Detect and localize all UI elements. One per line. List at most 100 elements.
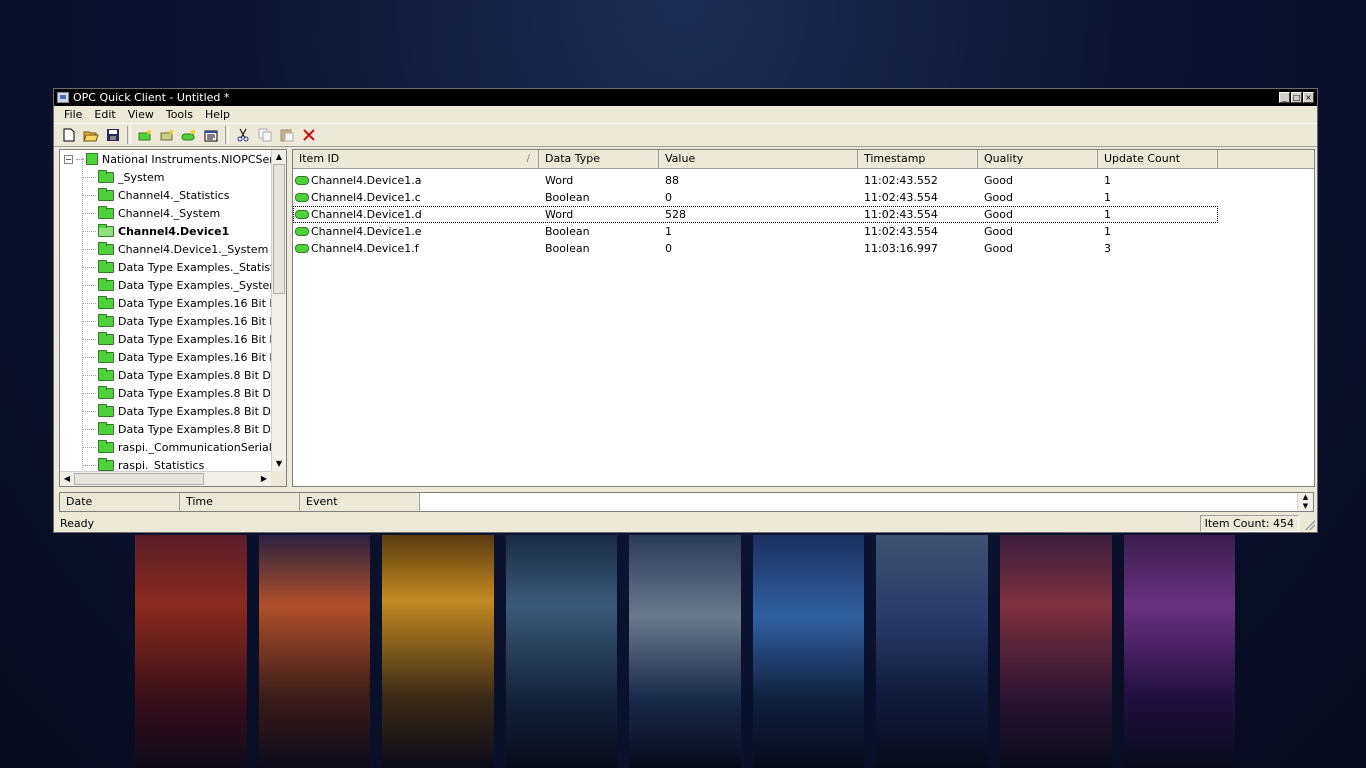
- tree-item[interactable]: Data Type Examples.16 Bit De: [82, 330, 271, 348]
- title-bar[interactable]: OPC Quick Client - Untitled * _ □ ×: [54, 89, 1317, 106]
- cell-quality: Good: [984, 225, 1013, 238]
- tree-horizontal-scrollbar[interactable]: ◀ ▶: [60, 471, 271, 486]
- folder-icon: [98, 169, 114, 183]
- cut-icon[interactable]: [232, 125, 254, 145]
- tree-item[interactable]: Data Type Examples.8 Bit Dev: [82, 366, 271, 384]
- event-column-time[interactable]: Time: [180, 493, 300, 511]
- tree-item[interactable]: Data Type Examples.16 Bit De: [82, 312, 271, 330]
- table-row[interactable]: Channel4.Device1.f Boolean 0 11:03:16.997 Go…: [293, 240, 1218, 257]
- column-header-value[interactable]: Value: [659, 150, 858, 168]
- column-header-item-id[interactable]: Item ID /: [293, 150, 539, 168]
- menu-edit[interactable]: Edit: [88, 108, 121, 121]
- new-file-icon[interactable]: [58, 125, 80, 145]
- maximize-button[interactable]: □: [1291, 92, 1302, 103]
- tree-root-label: National Instruments.NIOPCServ: [102, 152, 271, 166]
- tree-item[interactable]: Data Type Examples.8 Bit Dev: [82, 384, 271, 402]
- scroll-right-icon[interactable]: ▶: [257, 472, 271, 486]
- table-row[interactable]: Channel4.Device1.a Word 88 11:02:43.552 Good…: [293, 172, 1218, 189]
- tree-item-label: raspi._CommunicationSerializ: [118, 440, 271, 454]
- tree-item[interactable]: Channel4.Device1._System: [82, 240, 268, 258]
- column-header-data-type[interactable]: Data Type: [539, 150, 659, 168]
- tree-item[interactable]: Data Type Examples.16 Bit De: [82, 294, 271, 312]
- cell-id: Channel4.Device1.d: [311, 208, 422, 221]
- menu-view[interactable]: View: [122, 108, 160, 121]
- collapse-icon[interactable]: −: [64, 154, 73, 164]
- tree-item[interactable]: Channel4.Device1: [82, 222, 229, 240]
- scroll-left-icon[interactable]: ◀: [60, 472, 74, 486]
- scroll-thumb-horizontal[interactable]: [74, 473, 204, 485]
- tag-icon: [295, 244, 309, 253]
- close-button[interactable]: ×: [1303, 92, 1314, 103]
- copy-icon[interactable]: [254, 125, 276, 145]
- new-server-icon[interactable]: [134, 125, 156, 145]
- cell-quality: Good: [984, 191, 1013, 204]
- tree-item[interactable]: Data Type Examples._Statistic: [82, 258, 271, 276]
- table-row[interactable]: Channel4.Device1.c Boolean 0 11:02:43.554 Go…: [293, 189, 1218, 206]
- column-header-quality[interactable]: Quality: [978, 150, 1098, 168]
- cell-value: 528: [665, 208, 686, 221]
- tree-item[interactable]: Channel4._Statistics: [82, 186, 229, 204]
- folder-icon: [98, 205, 114, 219]
- folder-icon: [98, 403, 114, 417]
- tree-item-label: Data Type Examples._System: [118, 278, 271, 292]
- item-list[interactable]: Item ID / Data Type Value Timestamp Qual…: [292, 149, 1315, 487]
- folder-icon: [98, 187, 114, 201]
- minimize-button[interactable]: _: [1279, 92, 1290, 103]
- menu-file[interactable]: File: [58, 108, 88, 121]
- tree-vertical-scrollbar[interactable]: ▲ ▼: [271, 150, 286, 471]
- event-column-event[interactable]: Event: [300, 493, 420, 511]
- list-header: Item ID / Data Type Value Timestamp Qual…: [293, 150, 1314, 169]
- tag-icon: [295, 227, 309, 236]
- folder-icon: [98, 241, 114, 255]
- tree-item[interactable]: Data Type Examples._System: [82, 276, 271, 294]
- folder-icon: [98, 313, 114, 327]
- folder-icon: [98, 331, 114, 345]
- cell-type: Word: [545, 174, 574, 187]
- tree-item[interactable]: Channel4._System: [82, 204, 220, 222]
- menu-help[interactable]: Help: [199, 108, 236, 121]
- menu-tools[interactable]: Tools: [160, 108, 199, 121]
- column-header-update-count[interactable]: Update Count: [1098, 150, 1218, 168]
- tree-item[interactable]: Data Type Examples.8 Bit Dev: [82, 402, 271, 420]
- event-log-scrollbar[interactable]: ▲ ▼: [1297, 493, 1313, 511]
- folder-icon: [98, 349, 114, 363]
- cell-value: 0: [665, 242, 672, 255]
- tree-item-label: Data Type Examples.8 Bit Dev: [118, 386, 271, 400]
- tree-root[interactable]: − National Instruments.NIOPCServ: [64, 150, 271, 168]
- window-title: OPC Quick Client - Untitled *: [73, 91, 230, 104]
- cell-count: 1: [1104, 225, 1111, 238]
- tree-item[interactable]: Data Type Examples.8 Bit Dev: [82, 420, 271, 438]
- cell-timestamp: 11:02:43.552: [864, 174, 938, 187]
- folder-icon: [98, 277, 114, 291]
- cell-timestamp: 11:03:16.997: [864, 242, 938, 255]
- resize-grip-icon[interactable]: [1305, 520, 1315, 530]
- cell-count: 1: [1104, 208, 1111, 221]
- tree-item[interactable]: _System: [82, 168, 165, 186]
- status-text: Ready: [60, 516, 95, 530]
- table-row[interactable]: Channel4.Device1.d Word 528 11:02:43.554 Goo…: [293, 206, 1218, 223]
- new-item-icon[interactable]: [178, 125, 200, 145]
- scroll-thumb[interactable]: [273, 164, 285, 294]
- open-folder-icon[interactable]: [80, 125, 102, 145]
- delete-icon[interactable]: [298, 125, 320, 145]
- new-group-icon[interactable]: [156, 125, 178, 145]
- folder-icon: [98, 367, 114, 381]
- scroll-down-icon[interactable]: ▼: [272, 457, 286, 471]
- tree-item[interactable]: Data Type Examples.16 Bit De: [82, 348, 271, 366]
- save-icon[interactable]: [102, 125, 124, 145]
- event-log[interactable]: Date Time Event ▲ ▼: [59, 492, 1314, 512]
- event-column-date[interactable]: Date: [60, 493, 180, 511]
- properties-icon[interactable]: [200, 125, 222, 145]
- column-header-timestamp[interactable]: Timestamp: [858, 150, 978, 168]
- tag-icon: [295, 176, 309, 185]
- app-icon[interactable]: [57, 92, 69, 103]
- folder-icon: [98, 457, 114, 471]
- tree-item[interactable]: raspi._CommunicationSerializ: [82, 438, 271, 456]
- scroll-up-icon[interactable]: ▲: [272, 150, 286, 164]
- paste-icon[interactable]: [276, 125, 298, 145]
- table-row[interactable]: Channel4.Device1.e Boolean 1 11:02:43.554 Go…: [293, 223, 1218, 240]
- tree-item-label: Data Type Examples._Statistic: [118, 260, 271, 274]
- cell-count: 1: [1104, 174, 1111, 187]
- server-tree[interactable]: − National Instruments.NIOPCServ _System…: [59, 149, 287, 487]
- tree-item[interactable]: raspi._Statistics: [82, 456, 204, 471]
